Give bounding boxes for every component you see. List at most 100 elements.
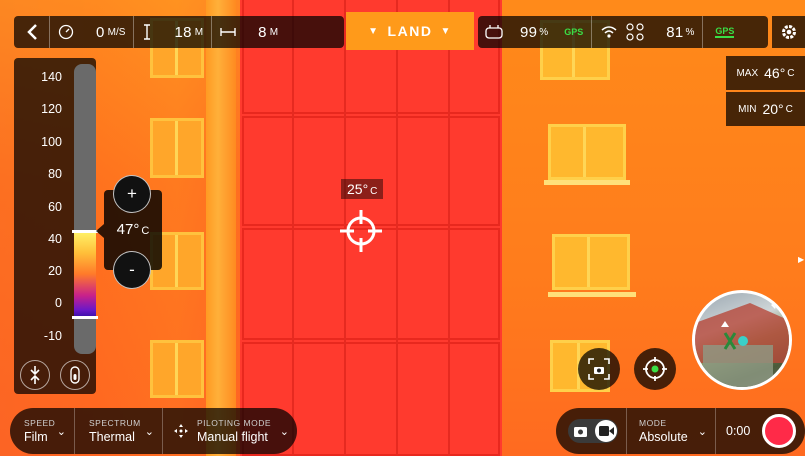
spot-temp-unit: C: [370, 186, 378, 197]
drain-pipe: [206, 0, 236, 456]
video-icon: [599, 426, 614, 436]
crosshair-icon: [340, 210, 382, 252]
decrease-temp-button[interactable]: -: [113, 251, 151, 289]
panel-divider: [396, 0, 398, 456]
distance-readout: 8 M: [212, 16, 286, 48]
speed-readout: 0 M/S: [50, 16, 133, 48]
chevron-left-icon: [26, 24, 37, 40]
max-temp-label: MAX: [736, 67, 759, 79]
drone-gps-status: GPS: [703, 16, 742, 48]
window: [552, 234, 630, 290]
photo-video-toggle[interactable]: [568, 419, 618, 443]
piloting-mode-selector[interactable]: PILOTING MODE Manual flight ⌄: [163, 408, 297, 454]
target-lock-button[interactable]: [634, 348, 676, 390]
chevron-down-icon: ⌄: [56, 426, 66, 438]
divider: [715, 408, 716, 454]
temperature-scale: 140 120 100 80 60 40 20 0 -10: [14, 58, 98, 394]
controller-icon: [485, 25, 503, 39]
chevron-down-icon: ⌄: [697, 426, 707, 438]
scale-tick: 100: [41, 135, 62, 149]
toggle-knob: [595, 420, 617, 442]
window-sill: [548, 292, 636, 297]
plus-icon: +: [127, 184, 137, 203]
speed-value: 0: [96, 23, 105, 41]
scale-tick: 20: [48, 264, 62, 278]
focus-temp-readout: 47° C: [104, 221, 162, 238]
controller-status: 99 % GPS: [478, 16, 591, 48]
settings-button[interactable]: [772, 16, 805, 48]
distance-unit: M: [269, 26, 279, 38]
camera-icon: [574, 427, 587, 437]
drone-battery-value: 81: [666, 23, 684, 41]
lock-scale-button[interactable]: [60, 360, 90, 390]
chevron-down-icon: ⌄: [279, 426, 289, 438]
drone-gps-label: GPS: [715, 26, 735, 38]
mode-selector[interactable]: MODE Absolute ⌄: [627, 408, 715, 454]
camera-frame-icon: [588, 358, 610, 380]
gear-icon: [781, 25, 796, 39]
thermometer-icon: [70, 366, 80, 384]
panel-divider: [292, 0, 294, 456]
upper-range-handle[interactable]: [72, 230, 98, 233]
lower-range-handle[interactable]: [72, 316, 98, 319]
camera-settings-bar: SPEED Film ⌄ SPECTRUM Thermal ⌄ PILOTING…: [10, 408, 297, 454]
min-temp-chip: MIN 20° C: [726, 92, 805, 126]
increase-temp-button[interactable]: +: [113, 175, 151, 213]
controller-gps-label: GPS: [564, 27, 584, 37]
scale-tick: 0: [55, 296, 62, 310]
scale-tick: -10: [43, 329, 62, 343]
altitude-icon: [144, 24, 151, 40]
window: [150, 118, 204, 178]
triangle-down-icon: ▼: [368, 25, 380, 37]
distance-value: 8: [258, 23, 267, 41]
battery-status-bar: 99 % GPS 81 % GPS: [478, 16, 768, 48]
move-icon: [174, 424, 188, 438]
spectrum-selector[interactable]: SPECTRUM Thermal ⌄: [75, 408, 162, 454]
altitude-value: 18: [174, 23, 192, 41]
max-temp-value: 46°: [764, 65, 786, 81]
triangle-right-icon[interactable]: ▶: [798, 255, 804, 264]
min-temp-label: MIN: [738, 103, 757, 115]
min-temp-value: 20°: [762, 101, 784, 117]
spot-temp-value: 25°: [347, 181, 369, 197]
photo-capture-button[interactable]: [578, 348, 620, 390]
controller-battery-value: 99: [520, 23, 538, 41]
triangle-down-icon: ▼: [440, 25, 452, 37]
drone-icon: [626, 23, 644, 41]
min-temp-unit: C: [785, 103, 793, 115]
target-icon: [643, 357, 667, 381]
drone-status: 81 %: [592, 16, 702, 48]
scale-tick: 60: [48, 200, 62, 214]
speed-selector[interactable]: SPEED Film ⌄: [10, 408, 74, 454]
gauge-icon: [58, 24, 74, 40]
minus-icon: -: [129, 260, 135, 279]
max-temp-unit: C: [787, 67, 795, 79]
record-button[interactable]: [762, 414, 797, 448]
minimap[interactable]: [692, 290, 792, 390]
recording-bar: MODE Absolute ⌄ 0:00: [556, 408, 805, 454]
drone-battery-unit: %: [685, 26, 695, 38]
panel-divider: [448, 0, 450, 456]
record-timer: 0:00: [726, 424, 751, 438]
land-button[interactable]: ▼ LAND ▼: [346, 12, 474, 50]
wifi-icon: [601, 26, 617, 38]
focus-temp-value: 47°: [116, 221, 140, 238]
speed-caption: SPEED: [24, 418, 56, 428]
window-sill: [544, 180, 630, 185]
scale-tick: 80: [48, 167, 62, 181]
scale-tick: 140: [41, 70, 62, 84]
scale-tick: 40: [48, 232, 62, 246]
controller-battery-unit: %: [539, 26, 549, 38]
window: [150, 340, 204, 398]
window: [548, 124, 626, 180]
speed-unit: M/S: [107, 26, 126, 38]
land-label: LAND: [387, 23, 433, 39]
distance-icon: [220, 28, 236, 36]
speed-mode-value: Film: [24, 430, 48, 444]
arrows-converge-icon: [30, 366, 40, 384]
back-button[interactable]: [14, 16, 50, 48]
scale-tick: 120: [41, 102, 62, 116]
altitude-unit: M: [194, 26, 204, 38]
focus-temp-unit: C: [141, 225, 150, 237]
range-mode-button[interactable]: [20, 360, 50, 390]
